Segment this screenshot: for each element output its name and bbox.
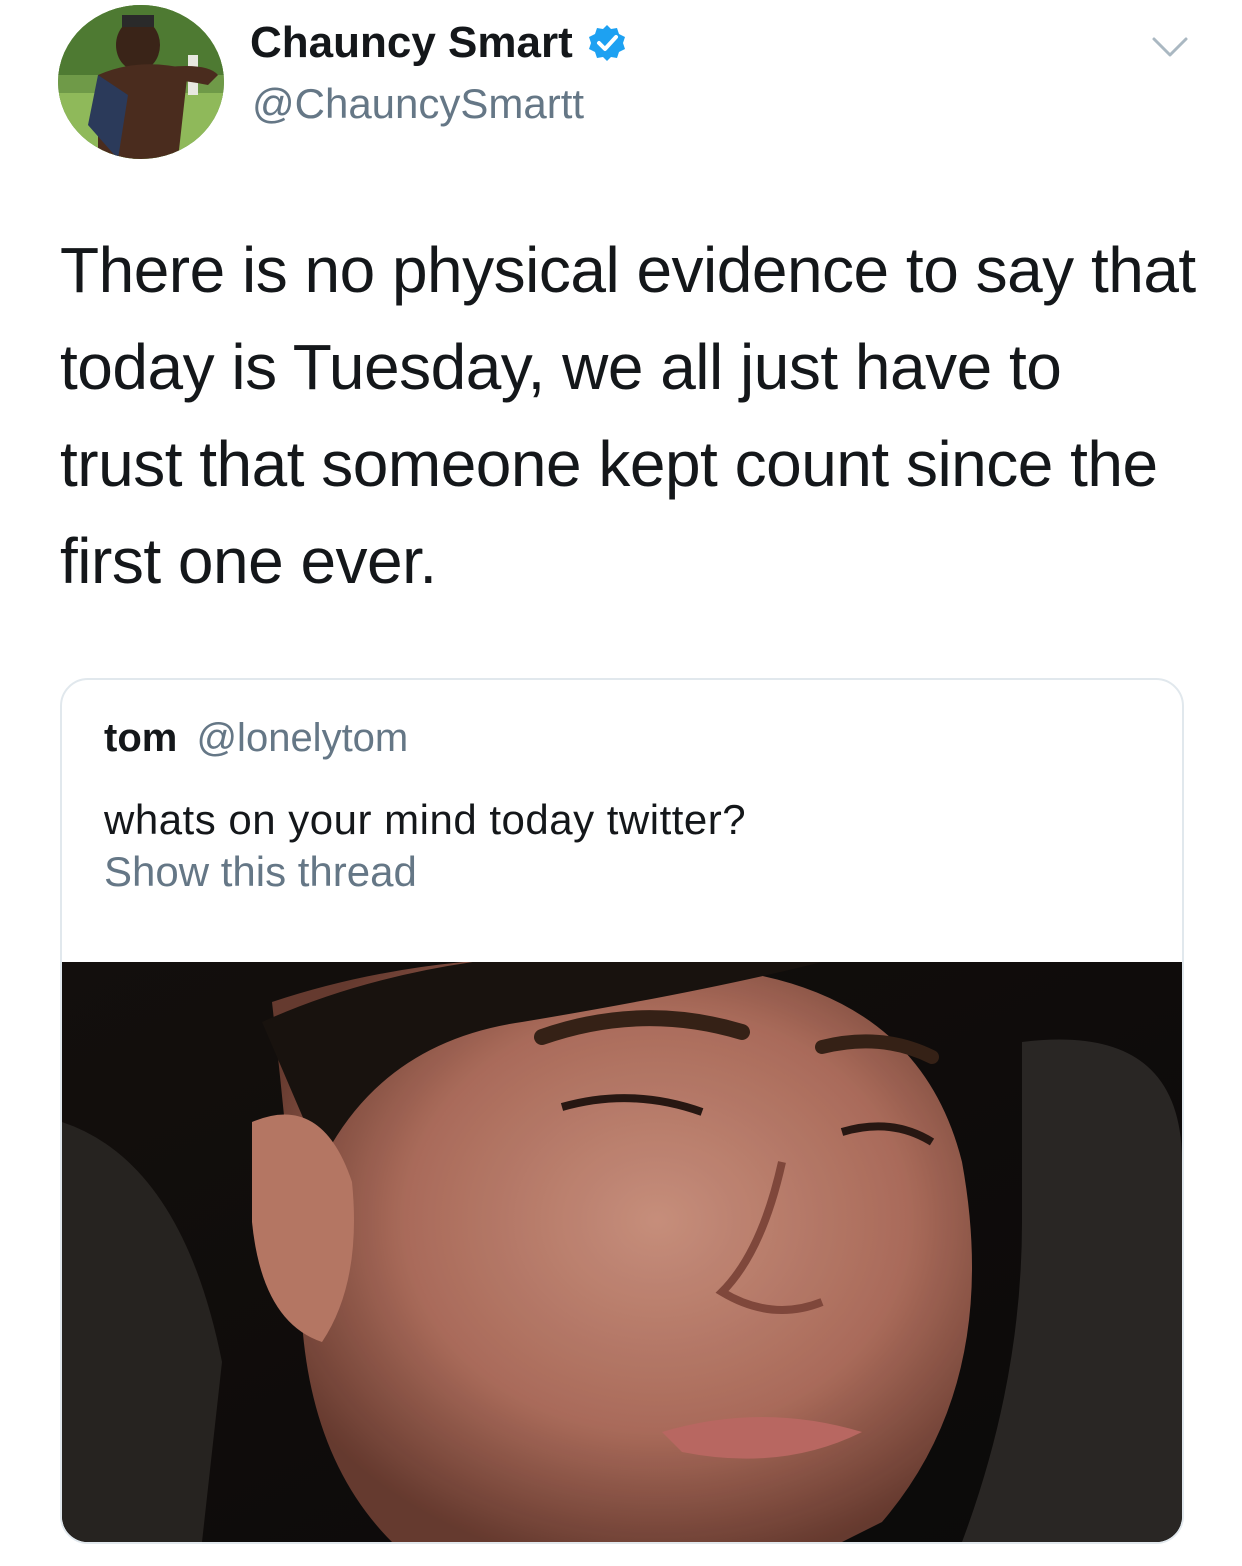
chevron-down-icon[interactable] — [1150, 34, 1190, 60]
quoted-author-name: tom — [104, 716, 178, 760]
quoted-tweet-photo[interactable] — [62, 962, 1182, 1542]
show-thread-link[interactable]: Show this thread — [104, 848, 417, 896]
quoted-tweet-text: whats on your mind today twitter? — [104, 796, 747, 843]
avatar-image — [58, 5, 224, 159]
author-name-text: Chauncy Smart — [250, 18, 573, 67]
author-display-name[interactable]: Chauncy Smart — [250, 18, 627, 68]
quoted-author-handle: @lonelytom — [196, 716, 409, 760]
author-avatar[interactable] — [58, 5, 224, 159]
quoted-tweet-header: tom @lonelytom — [104, 716, 408, 761]
quoted-tweet-card[interactable]: tom @lonelytom whats on your mind today … — [60, 678, 1184, 1544]
author-handle[interactable]: @ChauncySmartt — [252, 80, 584, 128]
selfie-image — [62, 962, 1182, 1542]
tweet-text: There is no physical evidence to say tha… — [60, 234, 1196, 597]
verified-badge-icon — [587, 23, 627, 63]
